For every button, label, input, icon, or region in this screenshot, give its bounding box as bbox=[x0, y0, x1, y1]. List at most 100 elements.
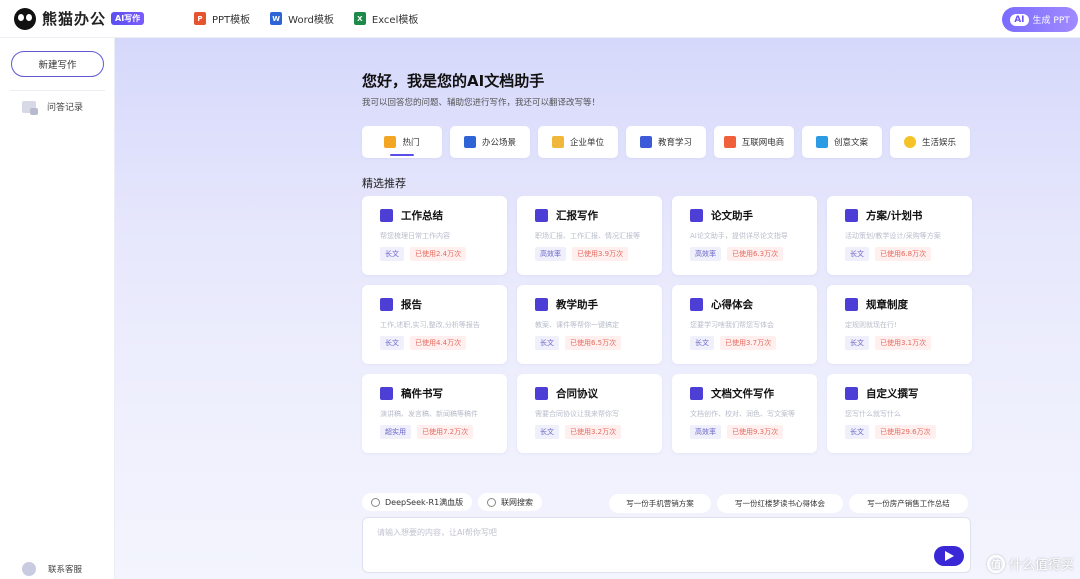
usage-count: 已使用29.6万次 bbox=[875, 425, 936, 439]
chip-label: 联网搜索 bbox=[501, 497, 533, 507]
contract-icon bbox=[535, 387, 548, 400]
trophy-icon bbox=[384, 136, 397, 148]
tab-creative[interactable]: 创意文案 bbox=[802, 126, 882, 158]
logo-text: 熊猫办公 bbox=[42, 10, 107, 28]
nav-excel-templates[interactable]: X Excel模板 bbox=[353, 11, 419, 26]
card-tag: 高效率 bbox=[535, 247, 566, 261]
send-arrow-icon bbox=[944, 551, 954, 561]
nav-word-templates[interactable]: W Word模板 bbox=[270, 11, 334, 26]
nav-label: Excel模板 bbox=[371, 15, 419, 26]
clipboard-check-icon bbox=[690, 298, 703, 311]
suggestion-chip[interactable]: 写一份红楼梦读书心得体会 bbox=[717, 494, 843, 513]
excel-file-icon: X bbox=[353, 12, 366, 25]
book-bookmark-icon bbox=[690, 209, 703, 222]
contact-label: 联系客服 bbox=[48, 565, 83, 575]
card-title: 方案/计划书 bbox=[866, 210, 923, 222]
check-shield-icon bbox=[845, 209, 858, 222]
card-title: 心得体会 bbox=[711, 299, 753, 311]
contact-support[interactable]: 联系客服 bbox=[22, 562, 82, 576]
card-title: 稿件书写 bbox=[401, 388, 443, 400]
sidebar-item-label: 问答记录 bbox=[47, 103, 84, 113]
nav-label: PPT模板 bbox=[212, 15, 251, 26]
card-report[interactable]: 报告 工作,述职,实习,整改,分析等报告 长文 已使用4.4万次 bbox=[362, 285, 507, 364]
web-search-toggle[interactable]: 联网搜索 bbox=[478, 493, 542, 511]
tab-lifestyle[interactable]: 生活娱乐 bbox=[890, 126, 970, 158]
card-title: 教学助手 bbox=[556, 299, 598, 311]
card-contract[interactable]: 合同协议 需要合同协议让我来帮你写 长文 已使用3.2万次 bbox=[517, 374, 662, 453]
card-desc: 演讲稿、发言稿、新闻稿等稿件 bbox=[380, 410, 478, 418]
tab-education[interactable]: 教育学习 bbox=[626, 126, 706, 158]
usage-count: 已使用2.4万次 bbox=[410, 247, 467, 261]
card-tag: 高效率 bbox=[690, 247, 721, 261]
chip-label: DeepSeek-R1满血版 bbox=[385, 497, 464, 507]
card-tag: 长文 bbox=[845, 247, 869, 261]
card-desc: AI论文助手，提供详尽论文指导 bbox=[690, 232, 788, 240]
tab-label: 创意文案 bbox=[833, 138, 868, 148]
tab-enterprise[interactable]: 企业单位 bbox=[538, 126, 618, 158]
usage-count: 已使用3.1万次 bbox=[875, 336, 932, 350]
generate-ppt-button[interactable]: AI 生成 PPT bbox=[1002, 7, 1078, 32]
tab-label: 生活娱乐 bbox=[921, 138, 956, 148]
usage-count: 已使用3.2万次 bbox=[565, 425, 622, 439]
top-bar: 熊猫办公 AI写作 P PPT模板 W Word模板 X Excel模板 AI … bbox=[0, 0, 1080, 38]
card-manuscript[interactable]: 稿件书写 演讲稿、发言稿、新闻稿等稿件 超实用 已使用7.2万次 bbox=[362, 374, 507, 453]
card-reflections[interactable]: 心得体会 您要学习啥我们帮您写体会 长文 已使用3.7万次 bbox=[672, 285, 817, 364]
send-button[interactable] bbox=[934, 546, 964, 566]
tab-label: 办公场景 bbox=[481, 138, 516, 148]
usage-count: 已使用9.3万次 bbox=[727, 425, 784, 439]
word-doc-icon bbox=[463, 136, 476, 148]
shopping-bag-icon bbox=[723, 136, 736, 148]
deepseek-toggle[interactable]: DeepSeek-R1满血版 bbox=[362, 493, 473, 511]
card-title: 论文助手 bbox=[711, 210, 753, 222]
card-tag: 高效率 bbox=[690, 425, 721, 439]
usage-count: 已使用4.4万次 bbox=[410, 336, 467, 350]
logo-badge: AI写作 bbox=[111, 12, 145, 25]
card-tag: 长文 bbox=[535, 425, 559, 439]
pacman-icon bbox=[903, 136, 916, 148]
card-desc: 活动策划/教学设计/采购等方案 bbox=[845, 232, 941, 240]
nav-ppt-templates[interactable]: P PPT模板 bbox=[194, 11, 250, 26]
card-document-writing[interactable]: 文档文件写作 文档创作、校对、润色、写文案等 高效率 已使用9.3万次 bbox=[672, 374, 817, 453]
card-tag: 长文 bbox=[845, 425, 869, 439]
card-desc: 帮您梳理日常工作内容 bbox=[380, 232, 450, 240]
logo[interactable]: 熊猫办公 AI写作 bbox=[14, 7, 164, 30]
panda-logo-icon bbox=[14, 7, 36, 30]
card-teaching-assistant[interactable]: 教学助手 教案、课件等帮你一键搞定 长文 已使用6.5万次 bbox=[517, 285, 662, 364]
pen-doc-icon bbox=[380, 209, 393, 222]
tab-office[interactable]: 办公场景 bbox=[450, 126, 530, 158]
card-tag: 长文 bbox=[845, 336, 869, 350]
card-plan[interactable]: 方案/计划书 活动策划/教学设计/采购等方案 长文 已使用6.8万次 bbox=[827, 196, 972, 275]
card-paper-assistant[interactable]: 论文助手 AI论文助手，提供详尽论文指导 高效率 已使用6.3万次 bbox=[672, 196, 817, 275]
card-title: 报告 bbox=[401, 299, 422, 311]
section-title: 精选推荐 bbox=[362, 177, 406, 190]
card-report-writing[interactable]: 汇报写作 职场汇报、工作汇报、情况汇报等 高效率 已使用3.9万次 bbox=[517, 196, 662, 275]
ppt-file-icon: P bbox=[194, 12, 206, 25]
card-tag: 长文 bbox=[690, 336, 714, 350]
sidebar-item-history[interactable]: 问答记录 bbox=[22, 100, 84, 115]
usage-count: 已使用6.5万次 bbox=[565, 336, 622, 350]
card-work-summary[interactable]: 工作总结 帮您梳理日常工作内容 长文 已使用2.4万次 bbox=[362, 196, 507, 275]
tab-label: 企业单位 bbox=[569, 138, 604, 148]
watermark: 值 什么值得买 bbox=[986, 554, 1074, 573]
sidebar: 新建写作 问答记录 联系客服 bbox=[0, 38, 115, 579]
new-writing-button[interactable]: 新建写作 bbox=[11, 51, 104, 77]
card-tag: 长文 bbox=[380, 247, 404, 261]
suggestion-chip[interactable]: 写一份房产销售工作总结 bbox=[849, 494, 968, 513]
card-title: 合同协议 bbox=[556, 388, 598, 400]
tab-ecommerce[interactable]: 互联网电商 bbox=[714, 126, 794, 158]
teacher-icon bbox=[535, 298, 548, 311]
watermark-text: 什么值得买 bbox=[1008, 558, 1074, 573]
chart-line-icon bbox=[380, 387, 393, 400]
tab-hot[interactable]: 热门 bbox=[362, 126, 442, 158]
prompt-input[interactable]: 请输入想要的内容，让AI帮你写吧 bbox=[362, 517, 971, 573]
tab-label: 教育学习 bbox=[657, 138, 692, 148]
suggestion-chip[interactable]: 写一份手机营销方案 bbox=[609, 494, 711, 513]
support-agent-icon bbox=[22, 562, 36, 576]
card-regulations[interactable]: 规章制度 定规则就现在行! 长文 已使用3.1万次 bbox=[827, 285, 972, 364]
page-title: 您好，我是您的AI文档助手 bbox=[362, 72, 545, 90]
card-custom-writing[interactable]: 自定义撰写 您写什么就写什么 长文 已使用29.6万次 bbox=[827, 374, 972, 453]
nav-label: Word模板 bbox=[288, 15, 334, 26]
page-subtitle: 我可以回答您的问题、辅助您进行写作，我还可以翻译改写等！ bbox=[362, 98, 601, 108]
smzdm-logo-icon: 值 bbox=[986, 554, 1005, 573]
card-desc: 定规则就现在行! bbox=[845, 321, 897, 329]
